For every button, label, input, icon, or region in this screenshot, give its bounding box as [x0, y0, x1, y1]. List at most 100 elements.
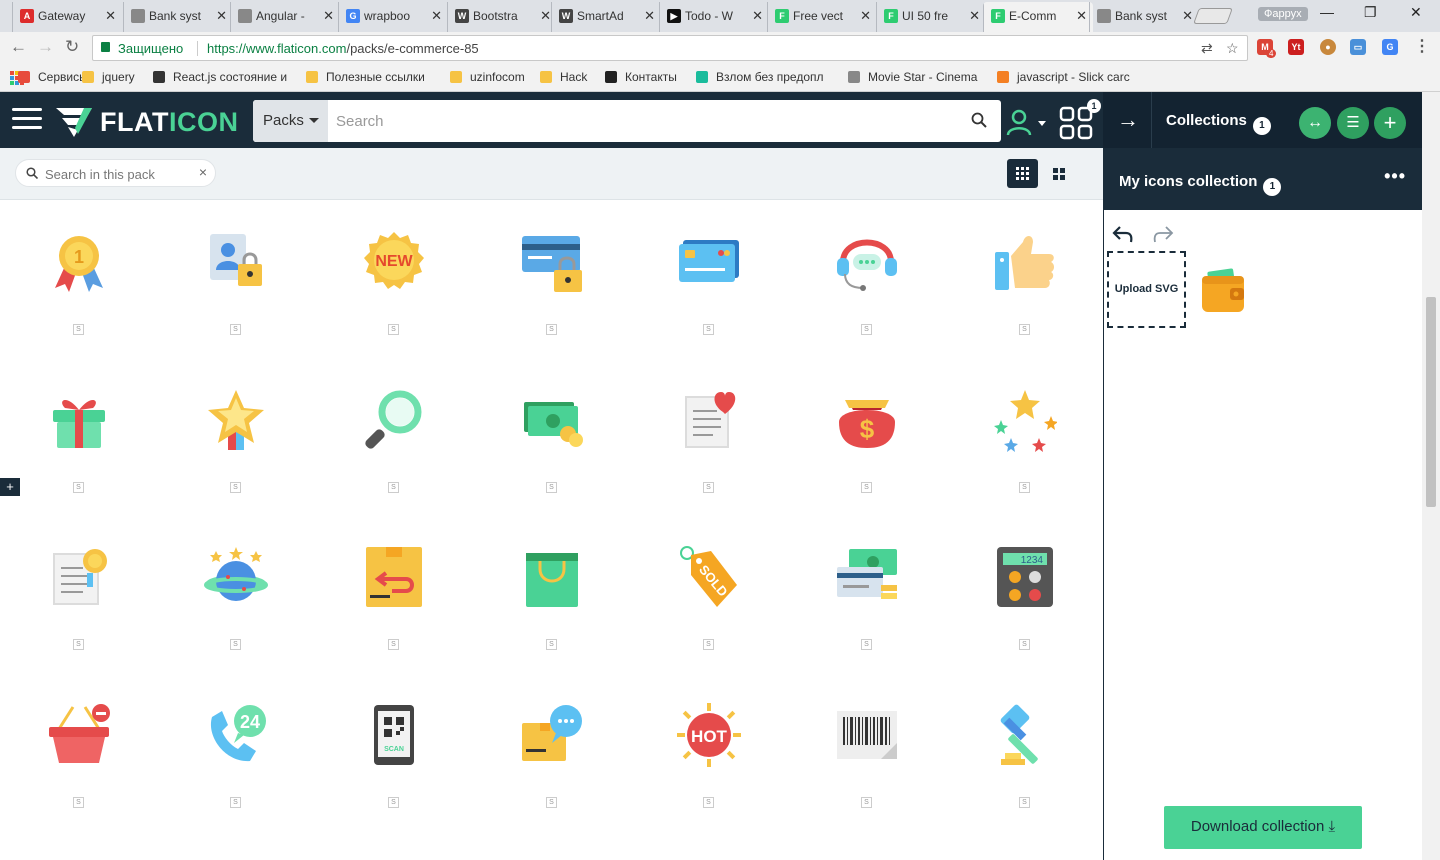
close-tab-icon[interactable]: ✕ [644, 2, 655, 30]
clear-search-icon[interactable]: × [199, 164, 207, 180]
yt-extension-icon[interactable]: Yt [1288, 39, 1304, 55]
browser-tab[interactable]: W SmartAd ✕ [551, 2, 661, 32]
search-input[interactable] [328, 100, 958, 142]
profile-name[interactable]: Фаррух [1258, 7, 1308, 21]
forward-icon[interactable]: → [37, 37, 54, 57]
url-field[interactable]: Защищено https://www.flaticon.com/packs/… [92, 35, 1248, 61]
hamburger-menu-icon[interactable] [12, 108, 42, 130]
close-tab-icon[interactable]: ✕ [216, 2, 227, 30]
icon-tile[interactable]: SOLD S [630, 495, 788, 653]
bookmark-item[interactable]: Полезные ссылки [306, 70, 425, 84]
close-tab-icon[interactable]: ✕ [1182, 2, 1193, 30]
bookmark-item[interactable]: Взлом без предопл [696, 70, 824, 84]
browser-tab[interactable]: F E-Comm ✕ [983, 2, 1093, 32]
bookmark-item[interactable]: Movie Star - Cinema [848, 70, 977, 84]
bookmark-item[interactable]: Hack [540, 70, 587, 84]
side-add-button[interactable]: + [0, 478, 20, 496]
icon-tile[interactable]: S [473, 338, 631, 496]
flaticon-logo[interactable]: FLATICON [54, 105, 238, 139]
close-tab-icon[interactable]: ✕ [752, 2, 763, 30]
collections-grid-icon[interactable] [1059, 106, 1093, 140]
close-tab-icon[interactable]: ✕ [323, 2, 334, 30]
bookmark-item[interactable]: javascript - Slick carc [997, 70, 1130, 84]
url-text[interactable]: https://www.flaticon.com/packs/e-commerc… [207, 41, 479, 56]
icon-tile[interactable]: 1S [0, 200, 158, 338]
icon-tile[interactable]: S [946, 338, 1103, 496]
close-tab-icon[interactable]: ✕ [969, 2, 980, 30]
wallet-icon[interactable] [1198, 266, 1248, 316]
browser-tab[interactable]: F UI 50 fre ✕ [876, 2, 986, 32]
expand-icon[interactable]: ↔ [1299, 107, 1331, 139]
browser-tab[interactable]: Bank syst ✕ [123, 2, 233, 32]
icon-tile[interactable]: S [0, 338, 158, 496]
icon-tile[interactable]: S [788, 200, 946, 338]
icon-tile[interactable]: S [0, 495, 158, 653]
redo-icon[interactable] [1152, 224, 1174, 244]
undo-icon[interactable] [1112, 224, 1134, 244]
bookmark-item[interactable]: uzinfocom [450, 70, 525, 84]
close-tab-icon[interactable]: ✕ [105, 2, 116, 30]
add-collection-icon[interactable]: + [1374, 107, 1406, 139]
download-collection-button[interactable]: Download collection ⤓ [1164, 806, 1362, 849]
icon-tile[interactable]: SCAN S [315, 653, 473, 811]
icon-tile[interactable]: S [157, 495, 315, 653]
panel-scrollbar[interactable] [1422, 92, 1440, 860]
icon-tile[interactable]: S [630, 200, 788, 338]
upload-svg-button[interactable]: Upload SVG [1107, 251, 1186, 328]
icon-tile[interactable]: S [157, 200, 315, 338]
browser-tab[interactable]: Gwrapboo ✕ [338, 2, 448, 32]
icon-tile[interactable]: S [315, 495, 473, 653]
close-tab-icon[interactable]: ✕ [1076, 2, 1087, 30]
icon-tile[interactable]: 1234 S [946, 495, 1103, 653]
browser-tab[interactable]: Bank syst ✕ [1089, 2, 1199, 32]
browser-tab[interactable]: A Gateway ✕ [12, 2, 122, 32]
packs-dropdown[interactable]: Packs [253, 100, 328, 142]
bookmark-item[interactable]: Контакты [605, 70, 677, 84]
icon-tile[interactable]: S [788, 495, 946, 653]
user-account-icon[interactable] [1006, 108, 1046, 136]
icon-tile[interactable]: S [473, 495, 631, 653]
collection-name[interactable]: My icons collection [1119, 173, 1257, 190]
google-translate-icon[interactable]: G [1382, 39, 1398, 55]
icon-tile[interactable]: S [0, 653, 158, 811]
bookmark-item[interactable]: Сервисы [18, 70, 88, 84]
grid-small-view-button[interactable] [1007, 159, 1038, 188]
browser-tab[interactable]: ▶ Todo - W ✕ [659, 2, 769, 32]
icon-tile[interactable]: $ S [788, 338, 946, 496]
icon-tile[interactable]: S [630, 338, 788, 496]
icon-tile[interactable]: S [473, 653, 631, 811]
icon-tile[interactable]: S [946, 653, 1103, 811]
browser-tab[interactable]: W Bootstra ✕ [447, 2, 557, 32]
icon-tile[interactable]: S [157, 338, 315, 496]
translate-icon[interactable]: ⇄ [1201, 40, 1213, 57]
pack-search-input[interactable] [45, 164, 195, 184]
collapse-panel-icon[interactable]: → [1117, 107, 1139, 133]
browser-tab[interactable]: F Free vect ✕ [767, 2, 877, 32]
browser-tab[interactable]: Angular - ✕ [230, 2, 340, 32]
new-tab-button[interactable] [1193, 8, 1233, 24]
icon-tile[interactable]: HOT S [630, 653, 788, 811]
reload-icon[interactable]: ↻ [65, 37, 79, 57]
more-options-icon[interactable]: ••• [1384, 166, 1406, 187]
icon-tile[interactable]: NEW S [315, 200, 473, 338]
close-window-icon[interactable]: ✕ [1410, 4, 1422, 21]
bookmark-item[interactable]: React.js состояние и [153, 70, 287, 84]
restore-icon[interactable]: ❐ [1364, 4, 1377, 21]
icon-tile[interactable]: 24 S [157, 653, 315, 811]
menu-kebab-icon[interactable]: ⋮ [1414, 39, 1430, 55]
screen-extension-icon[interactable]: ▭ [1350, 39, 1366, 55]
close-tab-icon[interactable]: ✕ [860, 2, 871, 30]
icon-tile[interactable]: S [315, 338, 473, 496]
list-icon[interactable]: ☰ [1337, 107, 1369, 139]
icon-tile[interactable]: S [788, 653, 946, 811]
minimize-icon[interactable]: — [1320, 4, 1334, 20]
search-icon[interactable] [971, 112, 987, 128]
close-tab-icon[interactable]: ✕ [540, 2, 551, 30]
back-icon[interactable]: ← [10, 37, 27, 57]
cookie-icon[interactable]: ● [1320, 39, 1336, 55]
grid-large-view-button[interactable] [1043, 159, 1074, 188]
icon-tile[interactable]: S [473, 200, 631, 338]
close-tab-icon[interactable]: ✕ [431, 2, 442, 30]
bookmark-star-icon[interactable]: ☆ [1226, 40, 1239, 57]
bookmark-item[interactable]: jquery [82, 70, 135, 84]
